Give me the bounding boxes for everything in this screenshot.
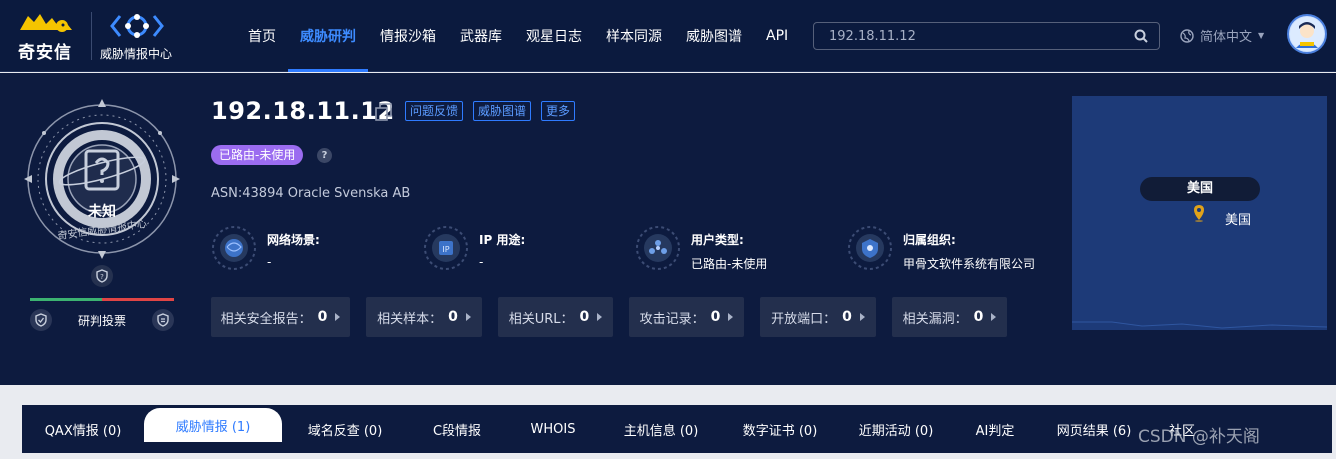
- tab-qax-intel[interactable]: QAX情报 (0): [22, 405, 144, 453]
- tab-community[interactable]: 社区: [1152, 405, 1212, 453]
- stat-count: 0: [710, 309, 721, 325]
- vote-ratio-good: [30, 298, 102, 301]
- globe-icon: [1180, 28, 1194, 43]
- stat-label: 相关URL：: [508, 311, 574, 327]
- tab-threat-intel[interactable]: 威胁情报 (1): [144, 408, 282, 442]
- qianxin-logo-mark-icon: [20, 14, 72, 32]
- stat-security-reports-button[interactable]: 相关安全报告： 0: [211, 297, 350, 337]
- nav-item-threat-analysis[interactable]: 威胁研判: [288, 0, 368, 72]
- stat-label: 相关样本：: [377, 311, 443, 327]
- stat-vulnerabilities-button[interactable]: 相关漏洞： 0: [892, 297, 1007, 337]
- attribute-label: 归属组织:: [903, 233, 956, 247]
- main-nav: 首页 威胁研判 情报沙箱 武器库 观星日志 样本同源 威胁图谱 API: [236, 0, 800, 72]
- map-location-label: 美国: [1225, 213, 1252, 228]
- tab-ai-judgment[interactable]: AI判定: [954, 405, 1036, 453]
- tab-host-info[interactable]: 主机信息 (0): [600, 405, 722, 453]
- attribute-label: 网络场景:: [267, 233, 320, 247]
- nav-item-stargazer-log[interactable]: 观星日志: [514, 0, 594, 72]
- map-tooltip: 美国: [1140, 177, 1260, 201]
- stat-open-ports-button[interactable]: 开放端口： 0: [760, 297, 876, 337]
- stat-count: 0: [317, 309, 328, 325]
- caret-right-icon: [597, 313, 603, 321]
- tab-certificates[interactable]: 数字证书 (0): [722, 405, 838, 453]
- organization-icon: [848, 226, 892, 270]
- brand-name: 奇安信: [18, 43, 72, 63]
- tab-c-segment[interactable]: C段情报: [408, 405, 506, 453]
- avatar-illustration-icon: [1290, 17, 1324, 51]
- stat-urls-button[interactable]: 相关URL： 0: [498, 297, 613, 337]
- ip-address-title: 192.18.11.12: [211, 97, 395, 125]
- vote-label: 研判投票: [77, 313, 126, 328]
- attribute-value: 甲骨文软件系统有限公司: [903, 257, 1036, 271]
- stat-label: 相关安全报告：: [220, 311, 312, 327]
- stat-count: 0: [448, 309, 458, 325]
- tab-whois[interactable]: WHOIS: [506, 405, 600, 453]
- vote-malicious-shield-icon[interactable]: [151, 309, 174, 331]
- threat-graph-button[interactable]: 威胁图谱: [473, 101, 532, 121]
- help-icon[interactable]: ?: [317, 148, 332, 163]
- route-status-tag: 已路由-未使用: [211, 145, 304, 165]
- stat-count: 0: [579, 309, 590, 325]
- stat-samples-button[interactable]: 相关样本： 0: [366, 297, 482, 337]
- ip-overview-panel: 未知 奇安信威胁情报中心 ? 研判投票 192.18.11.12 问题反馈 威胁…: [0, 73, 1336, 385]
- stat-label: 相关漏洞：: [902, 311, 968, 327]
- nav-item-arsenal[interactable]: 武器库: [448, 0, 514, 72]
- vote-ratio-bar: [30, 298, 174, 301]
- attribute-value: -: [267, 255, 272, 269]
- user-avatar[interactable]: [1287, 14, 1327, 54]
- caret-right-icon: [991, 313, 997, 321]
- stat-count: 0: [973, 309, 984, 325]
- stat-count: 0: [842, 309, 852, 325]
- copy-icon[interactable]: [374, 102, 394, 122]
- tab-domain-reverse[interactable]: 域名反查 (0): [282, 405, 408, 453]
- verdict-badge: 未知 奇安信威胁情报中心: [20, 95, 184, 263]
- caret-right-icon: [465, 313, 471, 321]
- language-selector[interactable]: 简体中文 ▼: [1180, 26, 1264, 45]
- language-label: 简体中文: [1200, 30, 1253, 45]
- qianxin-logo[interactable]: 奇安信: [14, 10, 86, 63]
- brand-sub-name: 威胁情报中心: [100, 47, 173, 61]
- user-type-icon: [636, 226, 680, 270]
- feedback-button[interactable]: 问题反馈: [405, 101, 464, 121]
- nav-item-api[interactable]: API: [754, 0, 800, 72]
- search-input[interactable]: [814, 23, 1124, 49]
- attribute-label: 用户类型:: [691, 233, 744, 247]
- vote-safe-shield-icon[interactable]: [30, 309, 52, 331]
- stat-label: 攻击记录：: [639, 311, 705, 327]
- nav-item-threat-graph[interactable]: 威胁图谱: [674, 0, 754, 72]
- vote-ratio-bad: [102, 298, 174, 301]
- tab-web-results[interactable]: 网页结果 (6): [1036, 405, 1152, 453]
- detail-tabs: QAX情报 (0) 威胁情报 (1) 域名反查 (0) C段情报 WHOIS 主…: [22, 405, 1332, 453]
- stat-label: 开放端口：: [771, 311, 837, 327]
- caret-right-icon: [335, 313, 341, 321]
- location-pin-icon: [1194, 205, 1204, 222]
- top-navigation-bar: 奇安信 威胁情报中心 首页 威胁研判 情报沙箱 武器库 观星日志 样本同源 威胁…: [0, 0, 1336, 72]
- stat-attack-records-button[interactable]: 攻击记录： 0: [629, 297, 744, 337]
- attribute-value: 已路由-未使用: [691, 257, 768, 271]
- vote-row: 研判投票: [30, 308, 174, 332]
- threat-intel-hub-icon: [110, 14, 164, 38]
- nav-item-sandbox[interactable]: 情报沙箱: [368, 0, 448, 72]
- ip-usage-icon: IP: [424, 226, 468, 270]
- logo-divider: [91, 12, 92, 60]
- more-button[interactable]: 更多: [541, 101, 576, 121]
- threat-intel-center-logo[interactable]: 威胁情报中心: [100, 10, 180, 64]
- globe-icon: [212, 226, 256, 270]
- svg-text:?: ?: [100, 273, 104, 281]
- attribute-value: -: [479, 255, 484, 269]
- tab-recent-activity[interactable]: 近期活动 (0): [838, 405, 954, 453]
- caret-right-icon: [728, 313, 734, 321]
- caret-right-icon: [859, 313, 865, 321]
- search-icon[interactable]: [1133, 28, 1149, 44]
- svg-text:IP: IP: [442, 245, 449, 254]
- nav-item-home[interactable]: 首页: [236, 0, 288, 72]
- asn-info: ASN:43894 Oracle Svenska AB: [211, 186, 411, 201]
- vote-shield-icon[interactable]: ?: [91, 265, 113, 287]
- caret-down-icon: ▼: [1258, 31, 1265, 40]
- search-box: [813, 22, 1160, 50]
- nav-item-sample-homology[interactable]: 样本同源: [594, 0, 674, 72]
- geo-map[interactable]: 美国 美国: [1072, 96, 1327, 330]
- attribute-label: IP 用途:: [479, 233, 526, 247]
